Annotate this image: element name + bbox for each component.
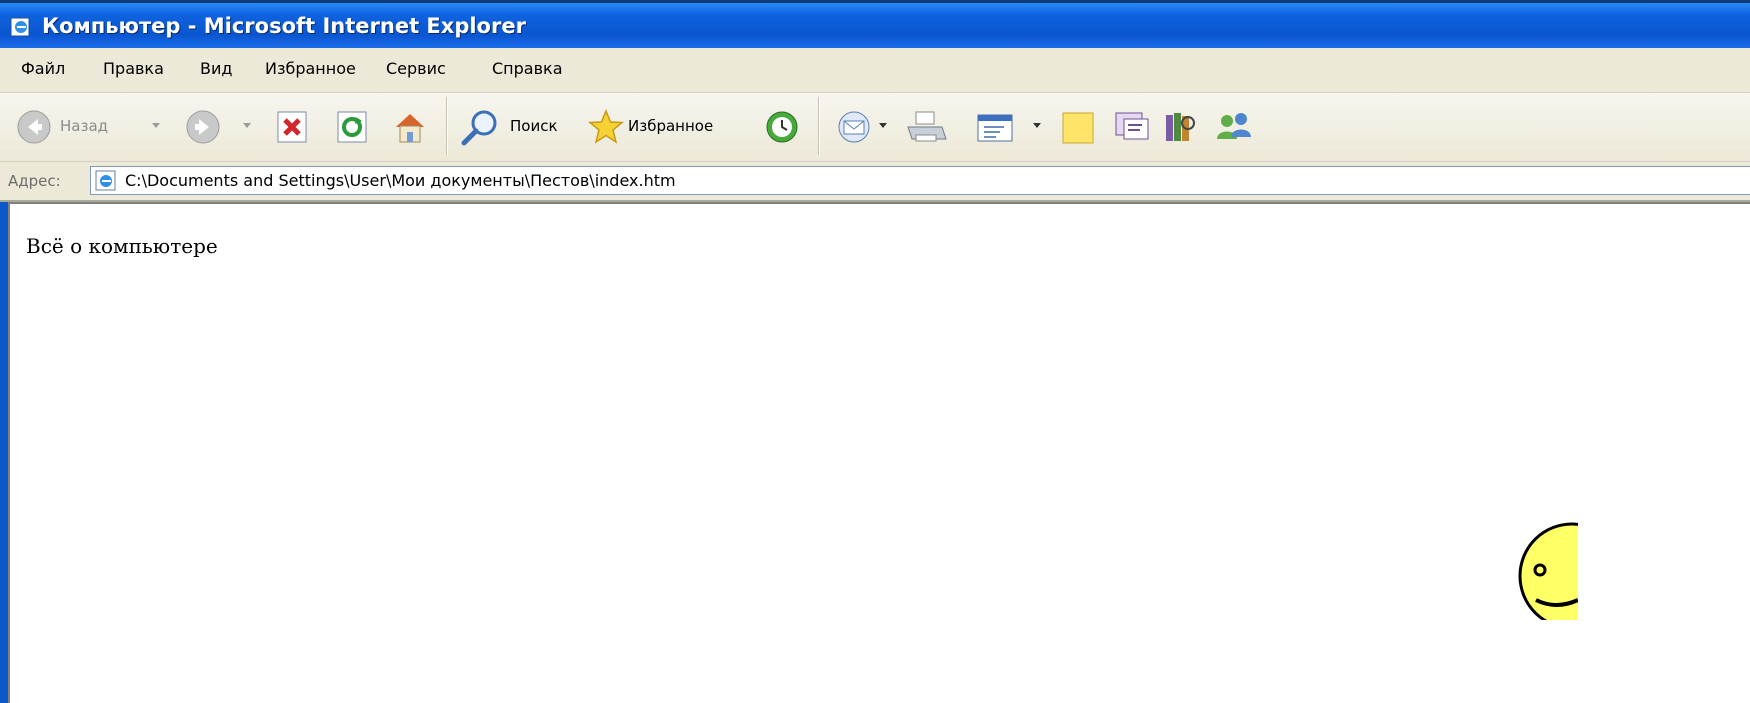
search-icon (458, 107, 502, 147)
messenger-icon (1110, 107, 1154, 147)
print-button[interactable] (904, 107, 948, 147)
menu-file[interactable]: Файл (21, 59, 65, 78)
address-input[interactable]: C:\Documents and Settings\User\Мои докум… (90, 166, 1750, 195)
smiley-icon (1508, 520, 1626, 630)
users-button[interactable] (1212, 107, 1256, 147)
address-bar: Адрес: C:\Documents and Settings\User\Мо… (0, 162, 1750, 202)
refresh-button[interactable] (334, 107, 370, 147)
home-icon (390, 107, 430, 147)
edit-button[interactable] (974, 107, 1018, 147)
menu-favorites[interactable]: Избранное (265, 59, 356, 78)
favorites-button[interactable] (586, 107, 626, 147)
edit-icon (974, 107, 1018, 147)
users-icon (1212, 107, 1256, 147)
back-button[interactable] (14, 107, 54, 147)
history-button[interactable] (762, 107, 802, 147)
notes-button[interactable] (1058, 107, 1098, 147)
address-label: Адрес: (8, 172, 61, 190)
stop-icon (274, 107, 310, 147)
print-icon (904, 107, 948, 147)
window-title: Компьютер - Microsoft Internet Explorer (42, 14, 526, 38)
menu-edit[interactable]: Правка (103, 59, 164, 78)
page-content: Всё о компьютере (8, 202, 1750, 703)
back-dropdown[interactable] (152, 123, 160, 128)
history-icon (762, 107, 802, 147)
back-label[interactable]: Назад (60, 117, 108, 135)
ie-icon (10, 16, 32, 38)
window-frame-left (0, 202, 8, 703)
menu-help[interactable]: Справка (492, 59, 563, 78)
page-icon (95, 170, 117, 196)
toolbar: Назад Поиск Избранное (0, 93, 1750, 162)
menu-tools[interactable]: Сервис (386, 59, 446, 78)
mail-icon (834, 107, 874, 147)
forward-dropdown[interactable] (243, 123, 251, 128)
menu-view[interactable]: Вид (200, 59, 232, 78)
notes-icon (1058, 107, 1098, 147)
favorites-label[interactable]: Избранное (628, 117, 713, 135)
stop-button[interactable] (274, 107, 310, 147)
edit-dropdown[interactable] (1033, 123, 1041, 128)
title-bar: Компьютер - Microsoft Internet Explorer (0, 0, 1750, 48)
refresh-icon (334, 107, 370, 147)
toolbar-separator-2 (818, 97, 820, 155)
home-button[interactable] (390, 107, 430, 147)
page-text: Всё о компьютере (26, 234, 218, 258)
search-label[interactable]: Поиск (510, 117, 558, 135)
browser-window: Компьютер - Microsoft Internet Explorer … (0, 0, 1750, 703)
forward-icon (183, 107, 223, 147)
research-icon (1160, 107, 1200, 147)
messenger-button[interactable] (1110, 107, 1154, 147)
address-value[interactable]: C:\Documents and Settings\User\Мои докум… (125, 171, 676, 190)
forward-button[interactable] (183, 107, 223, 147)
search-button[interactable] (458, 107, 502, 147)
menu-bar: Файл Правка Вид Избранное Сервис Справка (0, 48, 1750, 93)
favorites-icon (586, 107, 626, 147)
mail-dropdown[interactable] (879, 123, 887, 128)
toolbar-separator (446, 97, 448, 155)
mail-button[interactable] (834, 107, 874, 147)
back-icon (14, 107, 54, 147)
research-button[interactable] (1160, 107, 1200, 147)
